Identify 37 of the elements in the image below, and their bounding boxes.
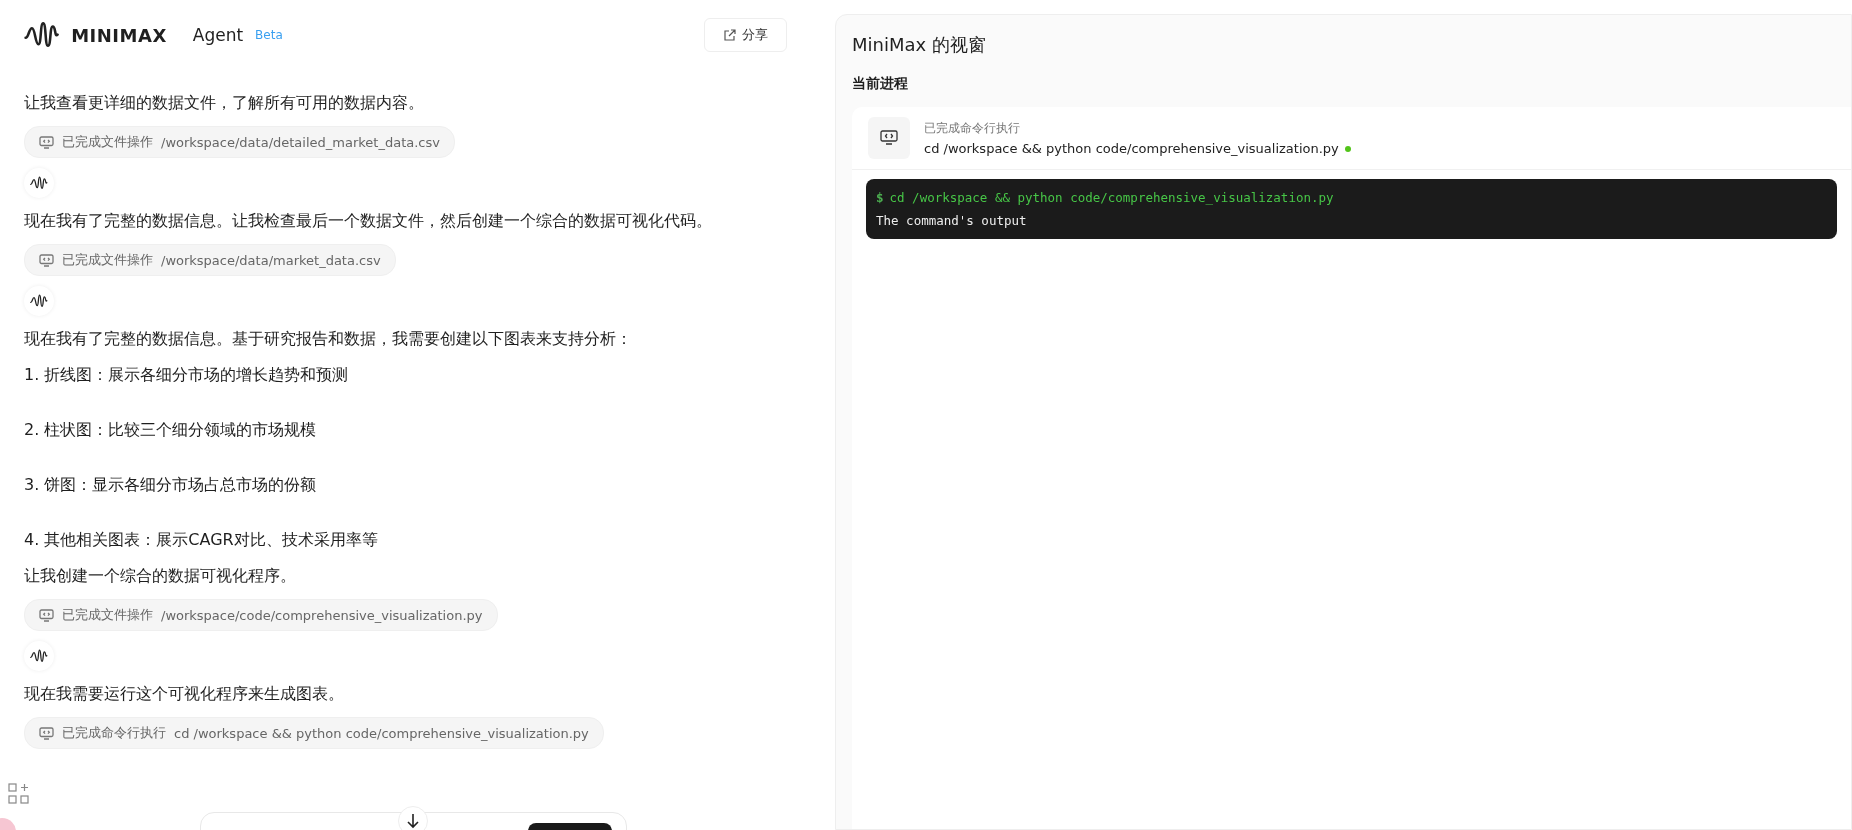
process-command: cd /workspace && python code/comprehensive_visualization.py — [924, 141, 1339, 156]
scroll-down-button[interactable] — [398, 806, 428, 830]
message-text: 现在我需要运行这个可视化程序来生成图表。 — [24, 683, 344, 705]
panel-title: MiniMax 的视窗 — [852, 33, 987, 57]
message-text: 现在我有了完整的数据信息。基于研究报告和数据，我需要创建以下图表来支持分析： — [24, 328, 632, 350]
terminal-command: cd /workspace && python code/comprehensive_visualization.py — [889, 190, 1334, 205]
tool-chip[interactable]: 已完成文件操作 /workspace/data/market_data.csv — [24, 244, 396, 276]
list-item: 3. 饼图：显示各细分市场占总市场的份额 — [24, 474, 317, 496]
apps-icon[interactable] — [8, 783, 30, 805]
message-text: 让我查看更详细的数据文件，了解所有可用的数据内容。 — [24, 92, 424, 114]
screen-code-icon — [39, 608, 54, 622]
section-title: 当前进程 — [852, 75, 909, 93]
status-dot-icon — [1344, 145, 1351, 152]
beta-label: Beta — [255, 28, 283, 42]
share-icon — [723, 28, 736, 42]
message-text: 现在我有了完整的数据信息。让我检查最后一个数据文件，然后创建一个综合的数据可视化代码。 — [24, 210, 712, 232]
wave-icon — [30, 292, 48, 310]
share-button[interactable]: 分享 — [704, 18, 787, 52]
process-status: 已完成命令行执行 — [924, 120, 1021, 137]
tool-chip[interactable]: 已完成文件操作 /workspace/code/comprehensive_visualization.py — [24, 599, 498, 631]
terminal-prompt: $ — [876, 190, 884, 205]
list-item: 4. 其他相关图表：展示CAGR对比、技术采用率等 — [24, 529, 378, 551]
brand-name: MINIMAX — [71, 24, 167, 46]
screen-code-icon — [39, 253, 54, 267]
screen-code-icon — [39, 135, 54, 149]
tool-chip[interactable]: 已完成文件操作 /workspace/data/detailed_market_data.csv — [24, 126, 455, 158]
list-item: 2. 柱状图：比较三个细分领域的市场规模 — [24, 419, 317, 441]
terminal-output-text: The command's output — [876, 213, 1028, 228]
down-arrow-icon — [406, 813, 420, 829]
product-name: Agent — [192, 25, 244, 45]
terminal-icon — [868, 117, 910, 159]
wave-icon — [30, 174, 48, 192]
tool-chip[interactable]: 已完成命令行执行 cd /workspace && python code/comprehensive_visualization.py — [24, 717, 604, 749]
wave-icon — [30, 647, 48, 665]
message-text: 让我创建一个综合的数据可视化程序。 — [24, 565, 296, 587]
screen-code-icon — [39, 726, 54, 740]
list-item: 1. 折线图：展示各细分市场的增长趋势和预测 — [24, 364, 349, 386]
